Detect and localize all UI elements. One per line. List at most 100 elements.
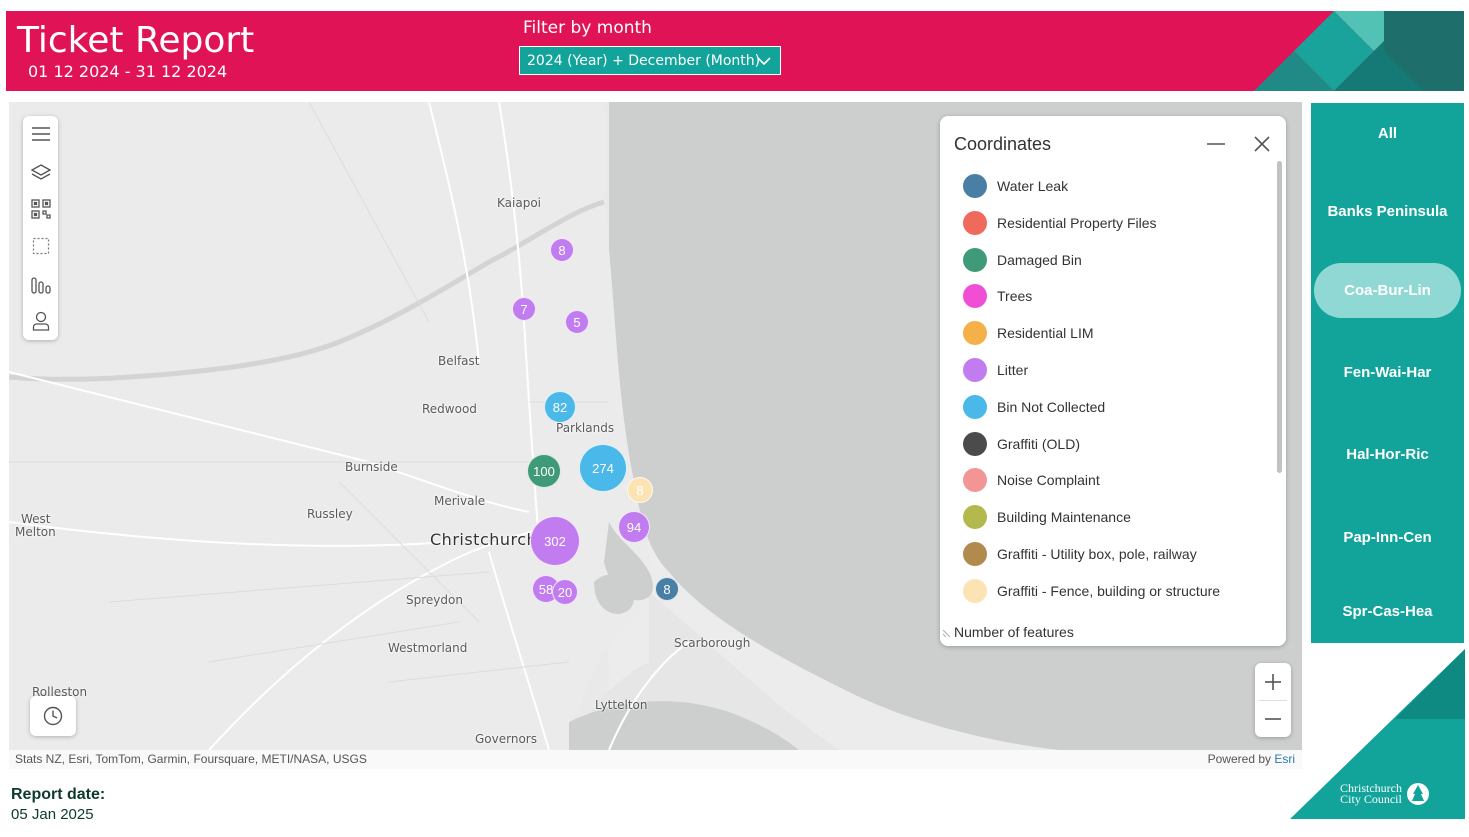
place-label: Belfast (438, 354, 480, 368)
legend-label: Graffiti (OLD) (997, 435, 1080, 452)
place-label: Redwood (422, 402, 477, 416)
close-icon[interactable] (1248, 130, 1276, 158)
legend-title: Coordinates (954, 134, 1052, 154)
cluster-marker[interactable]: 94 (618, 511, 650, 543)
legend-label: Litter (997, 362, 1029, 378)
nav-item-coa-bur-lin[interactable]: Coa-Bur-Lin (1314, 263, 1461, 318)
powered-by: Powered by Esri (1208, 752, 1295, 766)
legend-scrollbar[interactable] (1277, 161, 1282, 473)
cluster-marker[interactable]: 7 (512, 297, 536, 321)
legend-label: Building Maintenance (997, 509, 1131, 526)
date-range: 01 12 2024 - 31 12 2024 (28, 62, 228, 81)
month-filter-value: 2024 (Year) + December (Month) (527, 53, 761, 69)
cluster-marker[interactable]: 8 (655, 577, 679, 601)
place-label: Spreydon (406, 593, 463, 607)
report-date-value: 05 Jan 2025 (11, 806, 94, 823)
minimize-icon[interactable] (1202, 130, 1230, 158)
cluster-marker[interactable]: 20 (552, 579, 578, 605)
legend-item: Building Maintenance (963, 504, 1131, 530)
nav-item-banks-peninsula[interactable]: Banks Peninsula (1311, 203, 1464, 220)
person-icon[interactable] (28, 308, 53, 333)
zoom-out-button[interactable] (1255, 700, 1291, 737)
legend-item: Graffiti (OLD) (963, 431, 1080, 457)
legend-swatch (963, 468, 987, 493)
logo-line-2: City Council (1340, 792, 1402, 806)
legend-swatch (963, 210, 987, 235)
cluster-marker[interactable]: 302 (530, 516, 580, 566)
area-nav-panel: All Banks Peninsula Coa-Bur-Lin Fen-Wai-Har… (1311, 103, 1464, 643)
powered-by-text: Powered by (1207, 752, 1275, 766)
place-label: West (21, 512, 51, 526)
nav-item-hal-hor-ric[interactable]: Hal-Hor-Ric (1311, 446, 1464, 463)
legend-item: Water Leak (963, 173, 1068, 199)
legend-item: Residential Property Files (963, 210, 1157, 236)
report-date-label: Report date: (11, 786, 106, 803)
legend-item: Graffiti - Utility box, pole, railway (963, 541, 1197, 567)
cluster-marker[interactable]: 82 (544, 391, 576, 423)
place-label: Burnside (345, 460, 398, 474)
legend-swatch (963, 542, 987, 566)
legend-swatch (963, 284, 987, 309)
legend-label: Graffiti - Fence, building or structure (997, 582, 1221, 599)
map-view[interactable]: Kaiapoi Belfast Redwood Parklands Burnsi… (9, 102, 1302, 769)
nav-item-spr-cas-hea[interactable]: Spr-Cas-Hea (1311, 603, 1464, 620)
legend-swatch (963, 505, 987, 530)
layers-icon[interactable] (28, 159, 53, 184)
legend-swatch (963, 358, 987, 382)
place-label: Westmorland (388, 641, 468, 655)
place-label: Scarborough (674, 636, 751, 650)
attribution-text: Stats NZ, Esri, TomTom, Garmin, Foursqua… (15, 752, 367, 766)
legend-label: Water Leak (997, 178, 1069, 194)
legend-item: Noise Complaint (963, 467, 1100, 493)
council-logo: Christchurch City Council (1340, 781, 1431, 807)
place-label: Kaiapoi (497, 196, 541, 210)
qr-select-icon[interactable] (28, 196, 53, 221)
legend-swatch (963, 247, 987, 272)
legend-item: Damaged Bin (963, 247, 1082, 273)
zoom-in-button[interactable] (1255, 663, 1291, 700)
place-label: Russley (307, 507, 353, 521)
cluster-marker[interactable]: 8 (627, 477, 653, 503)
legend-footer: Number of features (954, 624, 1074, 640)
map-toolbar (23, 116, 58, 340)
legend-item: Residential LIM (963, 320, 1094, 346)
cluster-marker[interactable]: 100 (527, 454, 561, 488)
nav-item-fen-wai-har[interactable]: Fen-Wai-Har (1311, 364, 1464, 381)
map-attribution: Stats NZ, Esri, TomTom, Garmin, Foursqua… (9, 750, 1302, 769)
cluster-marker[interactable]: 8 (550, 238, 574, 262)
legend-item: Trees (963, 283, 1032, 309)
page-title: Ticket Report (17, 20, 255, 61)
nav-item-all[interactable]: All (1311, 125, 1464, 142)
nav-item-pap-inn-cen[interactable]: Pap-Inn-Cen (1311, 529, 1464, 546)
place-label: Melton (15, 525, 56, 539)
legend-label: Trees (997, 288, 1033, 305)
legend-swatch (963, 578, 987, 603)
header-decoration (1254, 11, 1464, 91)
bar-chart-icon[interactable] (28, 272, 53, 297)
month-filter-dropdown[interactable]: 2024 (Year) + December (Month) (519, 46, 781, 75)
rectangle-select-icon[interactable] (28, 233, 53, 258)
legend-label: Noise Complaint (997, 472, 1100, 489)
legend-label: Bin Not Collected (997, 398, 1106, 415)
header-banner: Ticket Report 01 12 2024 - 31 12 2024 Fi… (6, 11, 1464, 91)
legend-swatch (963, 394, 987, 419)
resize-grip-icon[interactable] (942, 626, 954, 638)
cluster-marker[interactable]: 5 (565, 310, 589, 334)
legend-item: Bin Not Collected (963, 394, 1105, 420)
place-label: Merivale (434, 494, 486, 508)
cathedral-icon (1407, 783, 1429, 805)
legend-label: Residential Property Files (997, 214, 1157, 231)
legend-swatch (963, 321, 987, 346)
place-label: Governors (475, 732, 537, 746)
zoom-control (1255, 663, 1291, 737)
legend-label: Damaged Bin (997, 251, 1082, 268)
legend-label: Graffiti - Utility box, pole, railway (997, 546, 1197, 562)
legend-swatch (963, 174, 987, 198)
place-label: Parklands (556, 421, 615, 435)
menu-icon[interactable] (28, 121, 53, 146)
cluster-marker[interactable]: 274 (579, 444, 627, 492)
clock-icon[interactable] (30, 696, 76, 736)
legend-item: Graffiti - Fence, building or structure (963, 578, 1220, 604)
filter-label: Filter by month (523, 18, 652, 38)
legend-panel: Coordinates Number of features Water Lea… (940, 116, 1286, 646)
